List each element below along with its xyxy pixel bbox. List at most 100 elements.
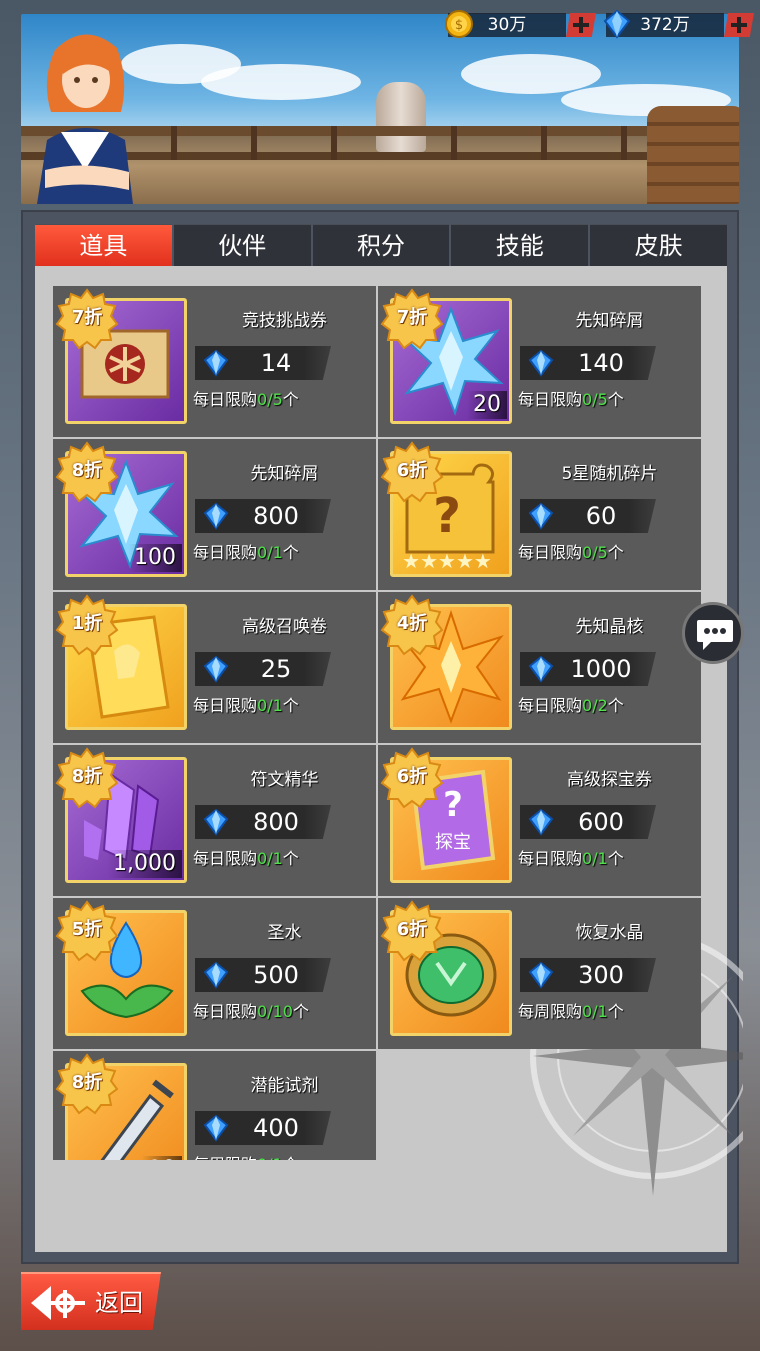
discount-text: 1折	[71, 613, 103, 634]
item-price: 600	[578, 808, 624, 836]
shop-panel: 道具 伙伴 积分 技能 皮肤 7折 竞技挑战券 14 每日限购0/5个 20 7…	[21, 210, 743, 1264]
shop-item-card[interactable]: ? ★★★★★ 6折 5星随机碎片 60 每日限购0/5个	[378, 439, 701, 590]
discount-badge: 8折	[55, 747, 119, 811]
limit-count: 0/1	[257, 1155, 283, 1160]
item-name: 先知碎屑	[575, 311, 644, 331]
tab-skills[interactable]: 技能	[451, 224, 589, 266]
chat-button[interactable]	[682, 602, 744, 664]
purchase-limit: 每日限购0/5个	[193, 386, 299, 410]
buy-price-button[interactable]: 500	[195, 958, 331, 992]
item-name: 潜能试剂	[250, 1076, 319, 1096]
buy-price-button[interactable]: 800	[195, 499, 331, 533]
back-button[interactable]: 返回	[21, 1272, 161, 1330]
limit-label: 每日限购	[193, 390, 258, 409]
purchase-limit: 每日限购0/2个	[518, 692, 624, 716]
item-price: 140	[578, 349, 624, 377]
shop-item-card[interactable]: 20 7折 先知碎屑 140 每日限购0/5个	[378, 286, 701, 437]
limit-count: 0/10	[257, 1002, 293, 1021]
discount-text: 5折	[71, 919, 103, 940]
discount-badge: 6折	[380, 900, 444, 964]
discount-text: 6折	[396, 766, 428, 787]
buy-price-button[interactable]: 60	[520, 499, 656, 533]
diamond-icon	[528, 655, 554, 683]
discount-badge: 8折	[55, 1053, 119, 1117]
limit-count: 0/1	[257, 849, 283, 868]
shop-item-card[interactable]: 10 8折 潜能试剂 400 每周限购0/1个	[53, 1051, 376, 1160]
discount-badge: 8折	[55, 441, 119, 505]
limit-label: 每日限购	[193, 849, 258, 868]
tab-partners[interactable]: 伙伴	[173, 224, 311, 266]
diamond-icon	[528, 961, 554, 989]
item-quantity: 100	[128, 544, 182, 572]
shop-item-card[interactable]: 6折 恢复水晶 300 每周限购0/1个	[378, 898, 701, 1049]
back-label: 返回	[95, 1289, 143, 1317]
buy-price-button[interactable]: 14	[195, 346, 331, 380]
discount-text: 6折	[396, 460, 428, 481]
diamond-icon	[528, 349, 554, 377]
item-name: 恢复水晶	[575, 923, 644, 943]
character-portrait	[37, 34, 133, 204]
diamond-icon	[203, 808, 229, 836]
discount-text: 7折	[396, 307, 428, 328]
purchase-limit: 每日限购0/10个	[193, 998, 309, 1022]
item-quantity: 20	[467, 391, 507, 419]
diamond-icon	[203, 655, 229, 683]
buy-price-button[interactable]: 400	[195, 1111, 331, 1145]
shop-item-card[interactable]: 100 8折 先知碎屑 800 每日限购0/1个	[53, 439, 376, 590]
discount-badge: 4折	[380, 594, 444, 658]
purchase-limit: 每日限购0/1个	[193, 539, 299, 563]
tab-points[interactable]: 积分	[312, 224, 450, 266]
discount-badge: 1折	[55, 594, 119, 658]
gold-coin-icon: $	[445, 10, 473, 38]
limit-unit: 个	[282, 543, 299, 562]
buy-price-button[interactable]: 140	[520, 346, 656, 380]
limit-count: 0/1	[257, 696, 283, 715]
item-name: 高级探宝券	[567, 770, 652, 790]
shop-item-card[interactable]: 1折 高级召唤卷 25 每日限购0/1个	[53, 592, 376, 743]
item-price: 300	[578, 961, 624, 989]
plus-icon	[731, 17, 747, 33]
item-price: 500	[253, 961, 299, 989]
limit-unit: 个	[292, 1002, 309, 1021]
discount-badge: 6折	[380, 747, 444, 811]
discount-text: 8折	[71, 1072, 103, 1093]
limit-count: 0/5	[257, 390, 283, 409]
add-gold-button[interactable]	[566, 13, 596, 37]
item-list-area: 7折 竞技挑战券 14 每日限购0/5个 20 7折 先知碎屑 140 每日限购…	[35, 266, 743, 1252]
tab-items[interactable]: 道具	[35, 224, 172, 266]
shop-item-card[interactable]: 7折 竞技挑战券 14 每日限购0/5个	[53, 286, 376, 437]
limit-count: 0/5	[582, 390, 608, 409]
discount-text: 6折	[396, 919, 428, 940]
buy-price-button[interactable]: 1000	[520, 652, 656, 686]
diamond-currency: 372万	[603, 9, 754, 39]
diamond-icon	[203, 1114, 229, 1142]
discount-text: 8折	[71, 766, 103, 787]
limit-unit: 个	[282, 390, 299, 409]
purchase-limit: 每日限购0/1个	[193, 692, 299, 716]
svg-text:?: ?	[443, 785, 463, 825]
shop-item-card[interactable]: 1,000 8折 符文精华 800 每日限购0/1个	[53, 745, 376, 896]
shop-item-card[interactable]: 4折 先知晶核 1000 每日限购0/2个	[378, 592, 701, 743]
diamond-icon	[528, 808, 554, 836]
limit-label: 每日限购	[518, 696, 583, 715]
add-diamond-button[interactable]	[724, 13, 754, 37]
buy-price-button[interactable]: 800	[195, 805, 331, 839]
item-name: 圣水	[267, 923, 302, 943]
buy-price-button[interactable]: 25	[195, 652, 331, 686]
svg-text:$: $	[455, 18, 463, 33]
tab-skins[interactable]: 皮肤	[590, 224, 727, 266]
anchor-back-icon	[31, 1286, 85, 1320]
buy-price-button[interactable]: 300	[520, 958, 656, 992]
limit-unit: 个	[283, 1155, 299, 1160]
shop-item-card[interactable]: ? 探宝 6折 高级探宝券 600 每日限购0/1个	[378, 745, 701, 896]
discount-text: 8折	[71, 460, 103, 481]
item-price: 800	[253, 502, 299, 530]
shop-item-card[interactable]: 5折 圣水 500 每日限购0/10个	[53, 898, 376, 1049]
limit-label: 每日限购	[518, 390, 583, 409]
item-grid: 7折 竞技挑战券 14 每日限购0/5个 20 7折 先知碎屑 140 每日限购…	[53, 286, 701, 1160]
diamond-icon	[603, 9, 631, 39]
item-name: 先知晶核	[575, 617, 644, 637]
limit-unit: 个	[607, 1002, 624, 1021]
buy-price-button[interactable]: 600	[520, 805, 656, 839]
discount-badge: 7折	[380, 288, 444, 352]
